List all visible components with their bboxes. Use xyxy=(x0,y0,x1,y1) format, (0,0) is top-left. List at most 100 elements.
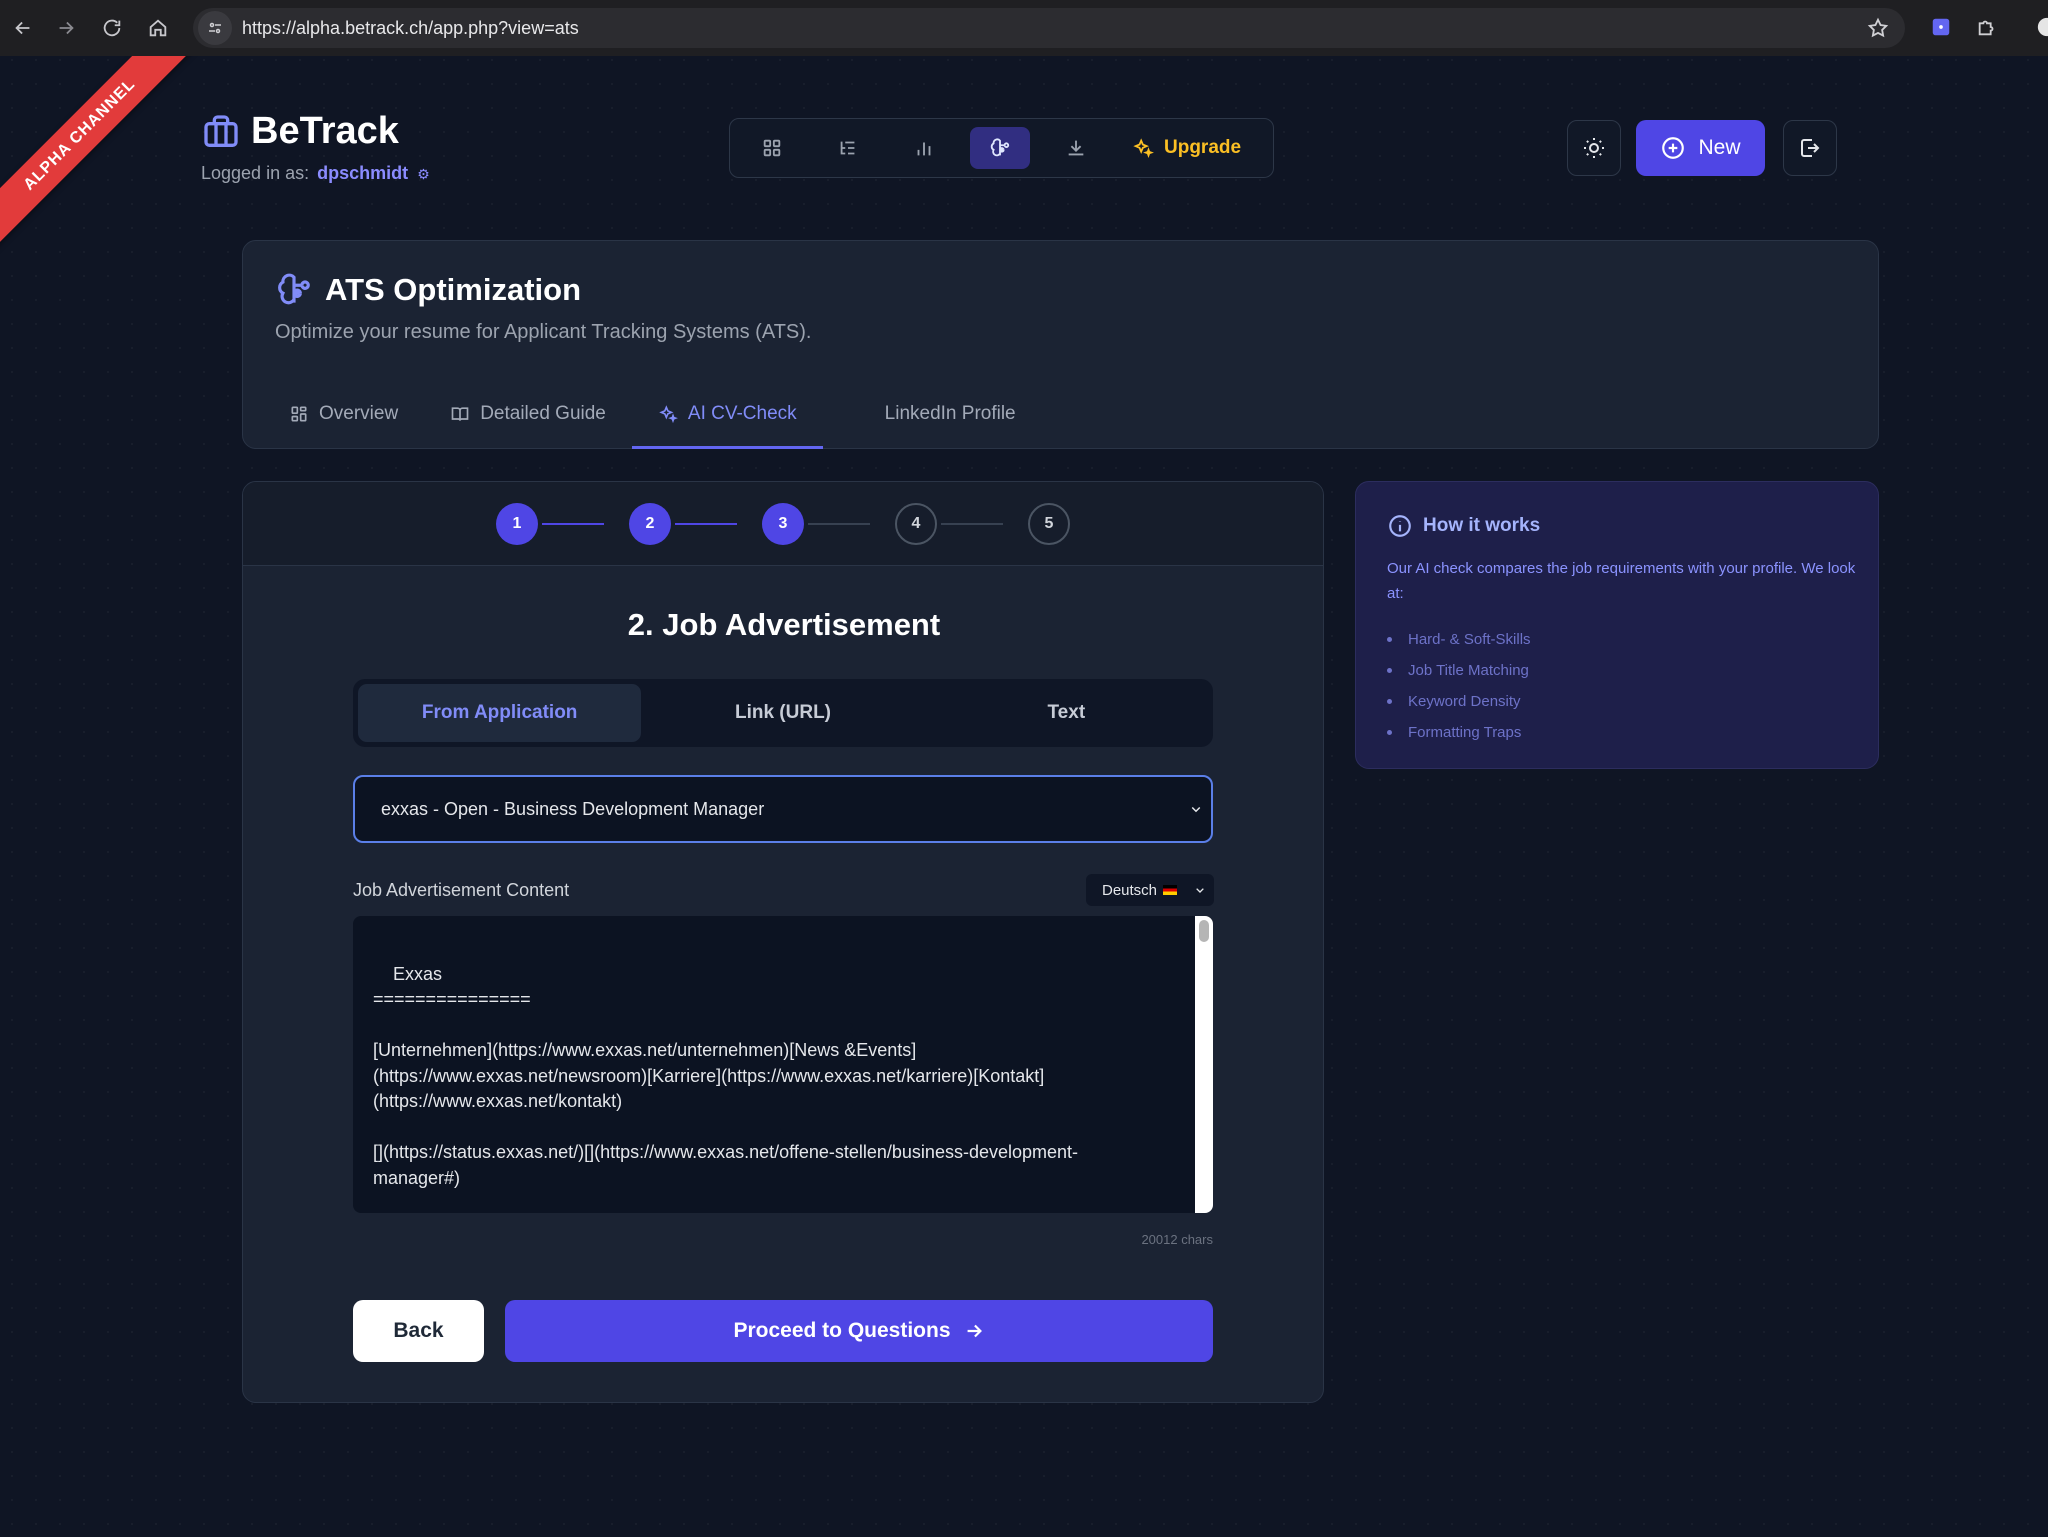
bullet xyxy=(1387,637,1392,642)
home-icon[interactable] xyxy=(135,5,181,51)
step-connector-3 xyxy=(808,523,870,525)
scrollbar-thumb[interactable] xyxy=(1199,920,1209,942)
how-it-works-heading: How it works xyxy=(1387,513,1540,539)
profile-icon[interactable] xyxy=(2036,16,2048,38)
source-selector: From Application Link (URL) Text xyxy=(353,679,1213,747)
brand[interactable]: BeTrack xyxy=(201,110,399,153)
url-text[interactable]: https://alpha.betrack.ch/app.php?view=at… xyxy=(242,18,579,39)
new-button[interactable]: New xyxy=(1636,120,1765,176)
plus-circle-icon xyxy=(1662,137,1685,159)
stepper: 1 2 3 4 5 xyxy=(243,482,1323,566)
book-icon xyxy=(451,407,469,421)
source-text[interactable]: Text xyxy=(925,684,1208,742)
logout-button[interactable] xyxy=(1783,120,1837,176)
job-ad-content-text: Exxas =============== [Unternehmen](http… xyxy=(373,963,1079,1188)
application-select-value: exxas - Open - Business Development Mana… xyxy=(381,798,765,819)
step-5: 5 xyxy=(1028,503,1070,545)
main-navigation: Upgrade xyxy=(729,118,1274,178)
forward-nav-icon[interactable] xyxy=(43,5,89,51)
tab-linkedin-profile[interactable]: LinkedIn Profile xyxy=(859,379,1042,449)
list-item: Keyword Density xyxy=(1387,686,1531,717)
page-title: ATS Optimization xyxy=(325,272,582,307)
tab-overview-label: Overview xyxy=(319,403,399,424)
alpha-ribbon-wrap: ALPHA CHANNEL xyxy=(0,56,200,256)
language-select[interactable]: Deutsch xyxy=(1086,874,1214,906)
ats-tabs: Overview Detailed Guide AI CV-Check Link… xyxy=(263,379,1042,449)
sun-icon xyxy=(1584,138,1604,158)
info-icon xyxy=(1389,515,1411,537)
arrow-right-icon xyxy=(967,1324,982,1338)
briefcase-logo-icon xyxy=(204,114,238,147)
nav-dashboard-icon[interactable] xyxy=(742,127,802,169)
chevron-down-icon xyxy=(1191,806,1201,813)
settings-small-icon[interactable]: ⚙ xyxy=(417,166,430,182)
how-it-works-description: Our AI check compares the job requiremen… xyxy=(1387,560,1856,602)
wizard-step-title: 2. Job Advertisement xyxy=(627,607,941,642)
how-it-works-title: How it works xyxy=(1423,515,1541,536)
list-item-text: Hard- & Soft-Skills xyxy=(1408,631,1531,648)
sparkles-icon xyxy=(659,405,678,424)
brain-icon xyxy=(278,273,310,305)
ats-header-card: ATS Optimization Optimize your resume fo… xyxy=(242,240,1879,449)
upgrade-label: Upgrade xyxy=(1164,137,1242,158)
list-item-text: Keyword Density xyxy=(1408,693,1521,710)
reload-icon[interactable] xyxy=(89,5,135,51)
step-1: 1 xyxy=(496,503,538,545)
sparkles-icon xyxy=(1133,138,1154,159)
upgrade-button[interactable]: Upgrade xyxy=(1132,137,1241,159)
grid-icon xyxy=(291,406,307,422)
tab-overview[interactable]: Overview xyxy=(263,379,424,449)
address-bar[interactable]: https://alpha.betrack.ch/app.php?view=at… xyxy=(193,8,1905,48)
list-item: Job Title Matching xyxy=(1387,655,1531,686)
list-item: Formatting Traps xyxy=(1387,717,1531,748)
language-value: Deutsch xyxy=(1102,881,1158,899)
source-from-application[interactable]: From Application xyxy=(358,684,642,742)
browser-toolbar: https://alpha.betrack.ch/app.php?view=at… xyxy=(0,0,2048,56)
theme-toggle-button[interactable] xyxy=(1567,120,1621,176)
brand-name: BeTrack xyxy=(251,110,399,152)
step-connector-2 xyxy=(675,523,737,525)
nav-list-icon[interactable] xyxy=(818,127,878,169)
alpha-channel-ribbon: ALPHA CHANNEL xyxy=(0,56,200,255)
extensions-puzzle-icon[interactable] xyxy=(1976,16,1998,38)
source-link-url[interactable]: Link (URL) xyxy=(641,684,924,742)
tab-detailed-guide-label: Detailed Guide xyxy=(480,403,606,424)
how-it-works-list: Hard- & Soft-Skills Job Title Matching K… xyxy=(1387,624,1531,748)
textarea-scrollbar[interactable] xyxy=(1195,916,1213,1213)
step-2: 2 xyxy=(629,503,671,545)
tab-ai-cv-check-label: AI CV-Check xyxy=(687,403,797,424)
logged-in-label: Logged in as: xyxy=(201,163,310,183)
nav-ats-brain-icon[interactable] xyxy=(970,127,1030,169)
tab-ai-cv-check[interactable]: AI CV-Check xyxy=(631,379,823,449)
site-info-icon[interactable] xyxy=(198,11,232,45)
bullet xyxy=(1387,699,1392,704)
application-select[interactable]: exxas - Open - Business Development Mana… xyxy=(353,775,1213,843)
step-connector-1 xyxy=(542,523,604,525)
nav-stats-icon[interactable] xyxy=(894,127,954,169)
ats-title-row: ATS Optimization xyxy=(275,271,581,309)
how-it-works-panel: How it works Our AI check compares the j… xyxy=(1355,481,1879,769)
job-ad-content-textarea[interactable]: Exxas =============== [Unternehmen](http… xyxy=(353,916,1213,1213)
nav-download-icon[interactable] xyxy=(1046,127,1106,169)
logout-icon xyxy=(1801,139,1820,157)
step-connector-4 xyxy=(941,523,1003,525)
list-item-text: Job Title Matching xyxy=(1408,662,1529,679)
content-label: Job Advertisement Content xyxy=(353,880,570,900)
bookmark-star-icon[interactable] xyxy=(1867,17,1889,39)
step-4: 4 xyxy=(895,503,937,545)
bullet xyxy=(1387,730,1392,735)
job-ad-wizard-card: 1 2 3 4 5 2. Job Advertisement From Appl… xyxy=(242,481,1324,1403)
tab-linkedin-profile-label: LinkedIn Profile xyxy=(884,403,1016,424)
page-subtitle: Optimize your resume for Applicant Track… xyxy=(275,321,812,343)
extension-square-icon[interactable] xyxy=(1930,16,1952,38)
chevron-down-icon xyxy=(1196,888,1204,893)
bullet xyxy=(1387,668,1392,673)
char-count: 20012 chars xyxy=(1141,1232,1213,1247)
german-flag-icon xyxy=(1163,885,1178,895)
tab-detailed-guide[interactable]: Detailed Guide xyxy=(424,379,632,449)
username-link[interactable]: dpschmidt xyxy=(317,163,408,183)
back-nav-icon[interactable] xyxy=(0,5,46,51)
proceed-to-questions-button[interactable]: Proceed to Questions xyxy=(505,1300,1213,1362)
back-button[interactable]: Back xyxy=(353,1300,484,1362)
list-item-text: Formatting Traps xyxy=(1408,724,1522,741)
